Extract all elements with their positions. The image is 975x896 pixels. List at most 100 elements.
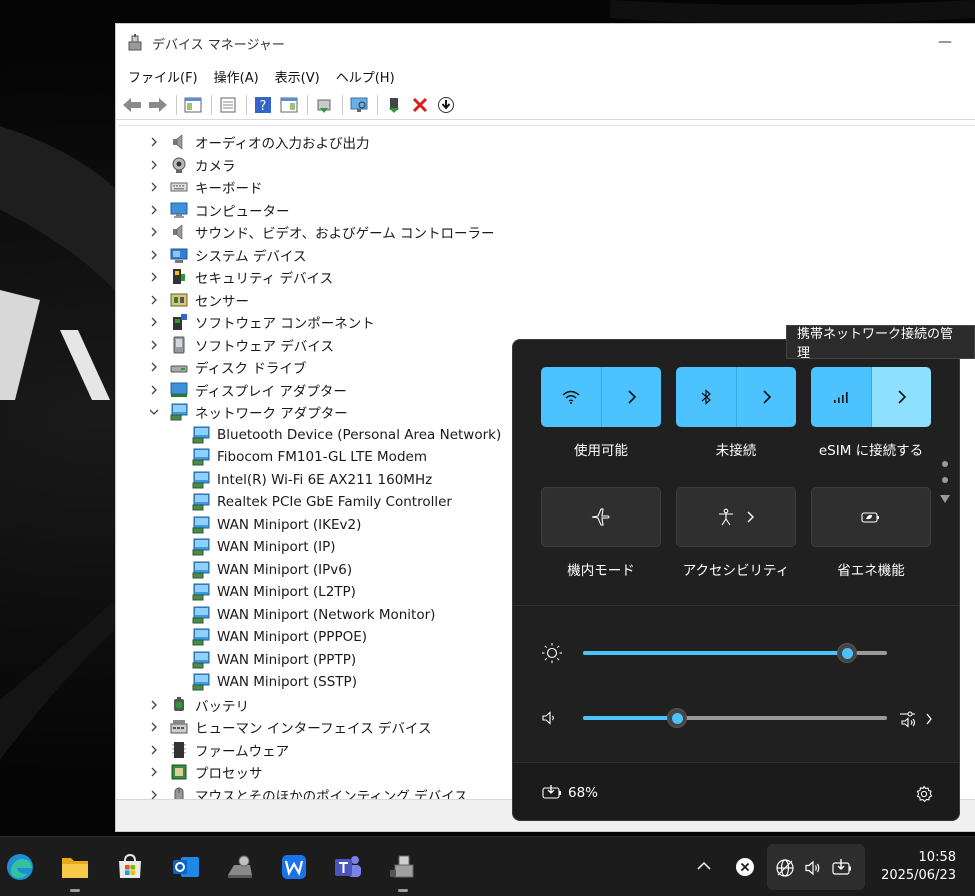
battery-saver-toggle[interactable]: [811, 487, 931, 547]
tree-category-keyboard[interactable]: キーボード: [148, 176, 263, 199]
page-dot[interactable]: [942, 461, 948, 467]
tree-device-item[interactable]: Realtek PCIe GbE Family Controller: [192, 491, 452, 514]
taskbar-store[interactable]: [112, 849, 148, 885]
tree-expander[interactable]: [148, 721, 160, 733]
tree-category-sensor[interactable]: センサー: [148, 289, 249, 312]
close-circle-icon[interactable]: [735, 857, 755, 877]
properties-button[interactable]: [216, 93, 240, 117]
chevron-down-icon[interactable]: [148, 406, 160, 418]
tree-category-firmware[interactable]: ファームウェア: [148, 739, 289, 762]
help-button[interactable]: ?: [251, 93, 275, 117]
tree-category-camera[interactable]: カメラ: [148, 154, 236, 177]
taskbar-edge[interactable]: [2, 849, 38, 885]
chevron-right-icon[interactable]: [148, 204, 160, 216]
tree-expander[interactable]: [148, 361, 160, 373]
triangle-down-icon[interactable]: [939, 494, 951, 504]
volume-slider[interactable]: [583, 708, 887, 728]
chevron-right-icon[interactable]: [148, 721, 160, 733]
tree-category-network-adapter[interactable]: ネットワーク アダプター: [148, 401, 348, 424]
tree-expander[interactable]: [148, 271, 160, 283]
airplane-mode-toggle[interactable]: [541, 487, 661, 547]
tree-category-speaker[interactable]: オーディオの入力および出力: [148, 131, 370, 154]
tree-expander[interactable]: [148, 699, 160, 711]
battery-charging-icon[interactable]: [542, 784, 564, 800]
tree-category-software-component[interactable]: ソフトウェア コンポーネント: [148, 311, 375, 334]
page-dot[interactable]: [942, 477, 948, 483]
tree-expander[interactable]: [148, 294, 160, 306]
brightness-slider-thumb[interactable]: [837, 643, 858, 663]
tree-device-item[interactable]: WAN Miniport (Network Monitor): [192, 604, 435, 627]
tree-category-mouse[interactable]: マウスとそのほかのポインティング デバイス: [148, 784, 468, 799]
taskbar-file-explorer[interactable]: [57, 849, 93, 892]
tree-category-system-device[interactable]: システム デバイス: [148, 244, 306, 267]
chevron-right-icon[interactable]: [148, 316, 160, 328]
tree-expander[interactable]: [148, 766, 160, 778]
tree-device-item[interactable]: Bluetooth Device (Personal Area Network): [192, 424, 501, 447]
tree-expander[interactable]: [148, 249, 160, 261]
tree-device-item[interactable]: Intel(R) Wi-Fi 6E AX211 160MHz: [192, 469, 432, 492]
tree-expander[interactable]: [148, 384, 160, 396]
back-button[interactable]: [120, 93, 144, 117]
tree-expander[interactable]: [148, 316, 160, 328]
action-pane-button[interactable]: [277, 93, 301, 117]
gear-icon[interactable]: [915, 785, 933, 803]
chevron-up-icon[interactable]: [697, 861, 711, 871]
chevron-right-icon[interactable]: [148, 744, 160, 756]
scan-hardware-button[interactable]: [347, 93, 371, 117]
audio-output-button[interactable]: [899, 709, 935, 729]
chevron-right-icon[interactable]: [148, 361, 160, 373]
cellular-expand-button[interactable]: [871, 367, 931, 427]
enable-device-button[interactable]: [382, 93, 406, 117]
title-bar[interactable]: デバイス マネージャー —: [116, 24, 975, 62]
tree-device-item[interactable]: WAN Miniport (IP): [192, 536, 336, 559]
tree-category-speaker[interactable]: サウンド、ビデオ、およびゲーム コントローラー: [148, 221, 495, 244]
menu-help[interactable]: ヘルプ(H): [330, 65, 401, 88]
forward-button[interactable]: [146, 93, 170, 117]
wifi-toggle[interactable]: [541, 367, 661, 427]
tree-device-item[interactable]: WAN Miniport (IKEv2): [192, 514, 361, 537]
menu-file[interactable]: ファイル(F): [122, 65, 204, 88]
minimize-button[interactable]: —: [935, 32, 955, 52]
chevron-right-icon[interactable]: [148, 226, 160, 238]
bluetooth-toggle[interactable]: [676, 367, 796, 427]
tree-category-display-adapter[interactable]: ディスプレイ アダプター: [148, 379, 347, 402]
tree-expander[interactable]: [148, 136, 160, 148]
tree-device-item[interactable]: WAN Miniport (IPv6): [192, 559, 352, 582]
tree-category-computer[interactable]: コンピューター: [148, 199, 290, 222]
taskbar-wps[interactable]: [276, 849, 312, 885]
volume-slider-thumb[interactable]: [667, 708, 688, 728]
menu-view[interactable]: 表示(V): [269, 65, 326, 88]
tree-expander[interactable]: [148, 226, 160, 238]
tree-device-item[interactable]: WAN Miniport (SSTP): [192, 671, 357, 694]
taskbar-device-settings[interactable]: [222, 849, 258, 885]
taskbar-teams[interactable]: [330, 849, 366, 885]
uninstall-device-button[interactable]: [408, 93, 432, 117]
cellular-toggle[interactable]: [811, 367, 931, 427]
clock[interactable]: 10:58 2025/06/23: [876, 849, 956, 885]
tree-device-item[interactable]: Fibocom FM101-GL LTE Modem: [192, 446, 427, 469]
accessibility-toggle[interactable]: [676, 487, 796, 547]
bluetooth-toggle-button[interactable]: [676, 367, 736, 427]
chevron-right-icon[interactable]: [148, 136, 160, 148]
taskbar-device-manager[interactable]: [385, 849, 421, 892]
tree-expander[interactable]: [148, 159, 160, 171]
chevron-right-icon[interactable]: [148, 766, 160, 778]
chevron-right-icon[interactable]: [148, 294, 160, 306]
tree-expander[interactable]: [148, 339, 160, 351]
chevron-right-icon[interactable]: [148, 384, 160, 396]
chevron-right-icon[interactable]: [148, 271, 160, 283]
show-hide-console-tree-button[interactable]: [181, 93, 205, 117]
brightness-slider[interactable]: [583, 643, 887, 663]
tree-category-disk-drive[interactable]: ディスク ドライブ: [148, 356, 306, 379]
wifi-expand-button[interactable]: [601, 367, 661, 427]
tree-category-battery[interactable]: バッテリ: [148, 694, 249, 717]
tree-device-item[interactable]: WAN Miniport (PPPOE): [192, 626, 367, 649]
menu-action[interactable]: 操作(A): [208, 65, 265, 88]
chevron-right-icon[interactable]: [148, 249, 160, 261]
tree-category-security-device[interactable]: セキュリティ デバイス: [148, 266, 333, 289]
chevron-right-icon[interactable]: [148, 699, 160, 711]
update-driver-button[interactable]: [312, 93, 336, 117]
chevron-right-icon[interactable]: [148, 339, 160, 351]
chevron-right-icon[interactable]: [148, 181, 160, 193]
tree-category-processor[interactable]: プロセッサ: [148, 761, 263, 784]
